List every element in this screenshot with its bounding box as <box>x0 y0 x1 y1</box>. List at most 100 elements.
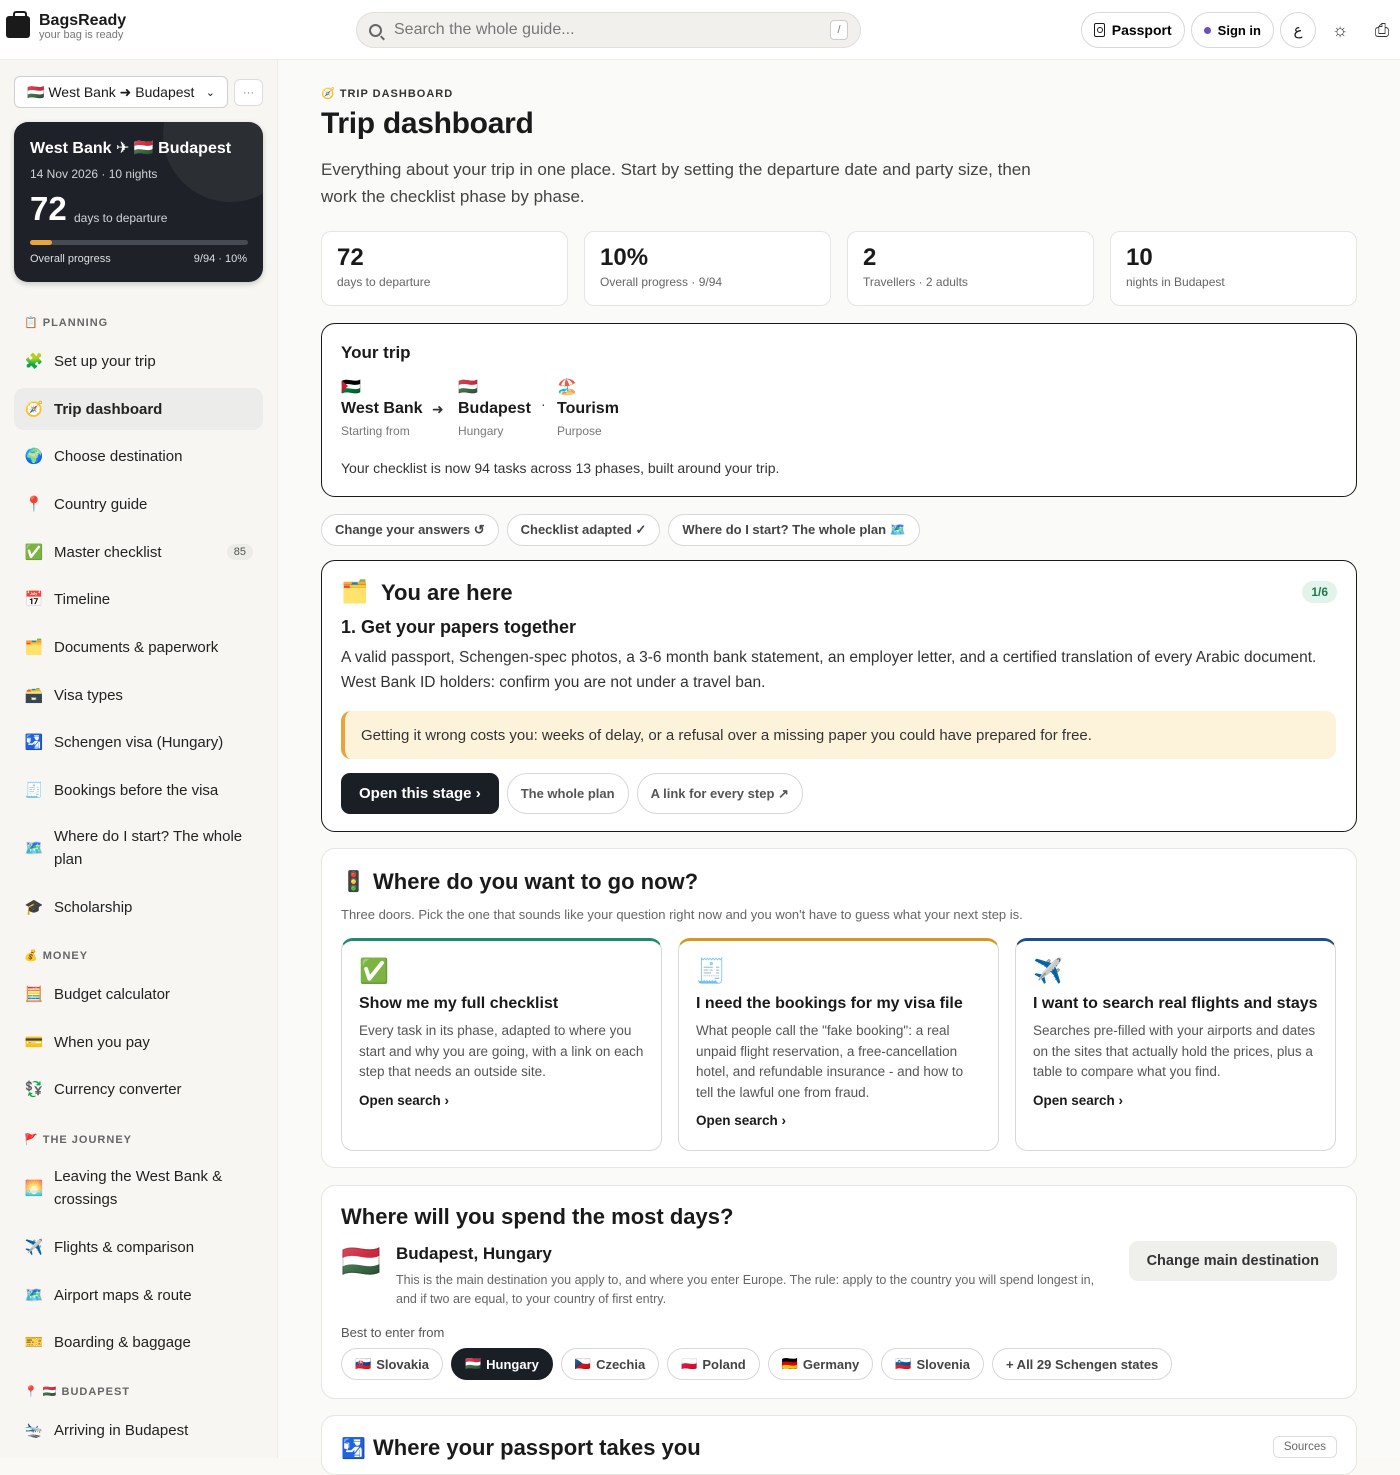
country-name: Czechia <box>596 1356 646 1372</box>
logo[interactable]: BagsReady your bag is ready <box>6 10 126 41</box>
sidebar-item-label: Trip dashboard <box>54 400 163 418</box>
destination-rule: This is the main destination you apply t… <box>396 1273 1095 1306</box>
sidebar-item-dashboard[interactable]: 🧭 Trip dashboard <box>14 388 263 430</box>
sidebar-item-flights[interactable]: ✈️ Flights & comparison <box>14 1226 263 1268</box>
open-stage-button[interactable]: Open this stage › <box>341 773 499 814</box>
sidebar-item-whole-plan[interactable]: 🗺️ Where do I start? The whole plan <box>14 817 263 879</box>
trip-summary-card[interactable]: West Bank ✈ 🇭🇺 Budapest 14 Nov 2026 · 10… <box>14 122 263 282</box>
trip-selector[interactable]: 🇭🇺 West Bank ➜ Budapest ⌄ <box>14 76 228 108</box>
sidebar-item-timeline[interactable]: 📅 Timeline <box>14 578 263 620</box>
sidebar-item-documents[interactable]: 🗂️ Documents & paperwork <box>14 626 263 668</box>
progress-bar <box>30 240 248 245</box>
links-button[interactable]: A link for every step ↗ <box>636 773 803 814</box>
country-name: Poland <box>702 1356 746 1372</box>
pin-icon: 📍 <box>24 496 44 513</box>
sidebar-item-label: Visa types <box>54 686 123 704</box>
stat-label: Travellers · 2 adults <box>863 275 968 289</box>
sidebar-item-currency[interactable]: 💱 Currency converter <box>14 1068 263 1110</box>
sidebar-item-label: Airport maps & route <box>54 1286 192 1304</box>
whole-plan-chip[interactable]: Where do I start? The whole plan 🗺️ <box>668 514 920 546</box>
door-title: I want to search real flights and stays <box>1033 995 1318 1012</box>
checklist-note: Your checklist is now 94 tasks across 13… <box>341 460 780 476</box>
trip-destination: 🇭🇺 Budapest Hungary <box>458 377 531 438</box>
change-answers-chip[interactable]: Change your answers ↺ <box>321 514 499 546</box>
sign-in-button[interactable]: Sign in <box>1190 12 1274 48</box>
sidebar-item-scholarship[interactable]: 🎓 Scholarship <box>14 886 263 928</box>
sidebar-item-country-guide[interactable]: 📍 Country guide <box>14 483 263 525</box>
action-chips: Change your answers ↺ Checklist adapted … <box>321 514 920 546</box>
airplane-icon: ✈️ <box>24 1239 44 1256</box>
trip-selector-value: 🇭🇺 West Bank ➜ Budapest <box>27 83 195 100</box>
door-link[interactable]: Open search › <box>1033 1093 1318 1108</box>
door-card-flights[interactable]: ✈️ I want to search real flights and sta… <box>1015 938 1336 1151</box>
country-chip-slovenia[interactable]: 🇸🇮 Slovenia <box>881 1348 984 1380</box>
palestine-flag-icon: 🇵🇸 <box>341 379 361 396</box>
more-options-button[interactable]: ··· <box>234 79 263 106</box>
your-trip-title: Your trip <box>341 343 411 362</box>
sidebar-item-when-you-pay[interactable]: 💳 When you pay <box>14 1021 263 1063</box>
sidebar-item-airport-maps[interactable]: 🗺️ Airport maps & route <box>14 1274 263 1316</box>
ticket-icon: 🎫 <box>24 1334 44 1351</box>
theme-toggle-sun-icon[interactable]: ☼ <box>1322 12 1358 48</box>
checklist-adapted-chip[interactable]: Checklist adapted ✓ <box>506 514 661 546</box>
slovakia-flag-icon: 🇸🇰 <box>355 1356 372 1371</box>
sidebar-item-bookings[interactable]: 🧾 Bookings before the visa <box>14 769 263 811</box>
trip-card-dates: 14 Nov 2026 · 10 nights <box>30 167 158 181</box>
country-chip-slovakia[interactable]: 🇸🇰 Slovakia <box>341 1348 443 1380</box>
hungary-flag-icon: 🇭🇺 <box>341 1243 381 1279</box>
change-destination-button[interactable]: Change main destination <box>1128 1241 1337 1281</box>
origin-name: West Bank <box>341 400 423 417</box>
sidebar-item-budget[interactable]: 🧮 Budget calculator <box>14 973 263 1015</box>
currency-exchange-icon: 💱 <box>24 1081 44 1098</box>
door-card-bookings[interactable]: 🧾 I need the bookings for my visa file W… <box>678 938 999 1151</box>
sidebar-item-boarding[interactable]: 🎫 Boarding & baggage <box>14 1321 263 1363</box>
sidebar-item-arriving[interactable]: 🛬 Arriving in Budapest <box>14 1409 263 1451</box>
country-chip-czechia[interactable]: 🇨🇿 Czechia <box>560 1348 660 1380</box>
door-card-checklist[interactable]: ✅ Show me my full checklist Every task i… <box>341 938 662 1151</box>
germany-flag-icon: 🇩🇪 <box>781 1356 798 1371</box>
sidebar-item-checklist[interactable]: ✅ Master checklist 85 <box>14 531 263 573</box>
main-content: 🧭 TRIP DASHBOARD Trip dashboard Everythi… <box>279 60 1400 1475</box>
purpose-name: Tourism <box>557 400 619 417</box>
passport-reach-title: Where your passport takes you <box>373 1435 701 1460</box>
trip-card-title: West Bank ✈ 🇭🇺 Budapest <box>30 140 232 157</box>
brand-tagline: your bag is ready <box>39 29 124 41</box>
sidebar-item-label: Currency converter <box>54 1080 182 1098</box>
door-link[interactable]: Open search › <box>359 1093 644 1108</box>
door-title: I need the bookings for my visa file <box>696 995 963 1012</box>
print-icon[interactable]: ⎙ <box>1364 12 1400 48</box>
search-shortcut-hint: / <box>830 20 848 40</box>
sidebar-item-label: Country guide <box>54 495 148 513</box>
sources-button[interactable]: Sources <box>1272 1436 1337 1458</box>
sidebar-item-leaving[interactable]: 🌅 Leaving the West Bank & crossings <box>14 1157 263 1219</box>
sidebar-item-destination[interactable]: 🌍 Choose destination <box>14 435 263 477</box>
search-input[interactable] <box>394 21 830 39</box>
sidebar-item-visa-types[interactable]: 🗃️ Visa types <box>14 674 263 716</box>
country-name: Germany <box>802 1356 860 1372</box>
map-icon: 🗺️ <box>24 839 44 857</box>
whole-plan-button[interactable]: The whole plan <box>506 773 629 814</box>
passport-button[interactable]: Passport <box>1080 12 1185 48</box>
all-schengen-states-chip[interactable]: + All 29 Schengen states <box>991 1348 1173 1380</box>
language-button[interactable]: ع <box>1280 12 1316 48</box>
country-chip-poland[interactable]: 🇵🇱 Poland <box>667 1348 760 1380</box>
door-link[interactable]: Open search › <box>696 1113 981 1128</box>
country-chip-hungary[interactable]: 🇭🇺 Hungary <box>450 1348 553 1380</box>
card-box-icon: 🗃️ <box>24 687 44 704</box>
entry-country-chips: 🇸🇰 Slovakia 🇭🇺 Hungary 🇨🇿 Czechia 🇵🇱 Poland … <box>341 1348 1173 1380</box>
sidebar-item-setup[interactable]: 🧩 Set up your trip <box>14 340 263 382</box>
country-chip-germany[interactable]: 🇩🇪 Germany <box>767 1348 874 1380</box>
door-description: What people call the "fake booking": a r… <box>696 1023 964 1100</box>
search-bar[interactable]: / <box>356 12 861 48</box>
sidebar-item-label: Scholarship <box>54 898 133 916</box>
sidebar-item-label: When you pay <box>54 1033 150 1051</box>
hungary-flag-icon: 🇭🇺 <box>464 1356 482 1371</box>
sidebar-item-schengen-visa[interactable]: 🛂 Schengen visa (Hungary) <box>14 721 263 763</box>
bag-icon <box>6 10 30 38</box>
folder-icon: 🗂️ <box>341 579 369 604</box>
slovenia-flag-icon: 🇸🇮 <box>895 1356 912 1371</box>
trip-card-days-label: days to departure <box>74 211 168 225</box>
count-badge: 85 <box>226 544 253 560</box>
compass-icon: 🧭 <box>24 401 44 418</box>
receipt-icon: 🧾 <box>24 782 44 799</box>
